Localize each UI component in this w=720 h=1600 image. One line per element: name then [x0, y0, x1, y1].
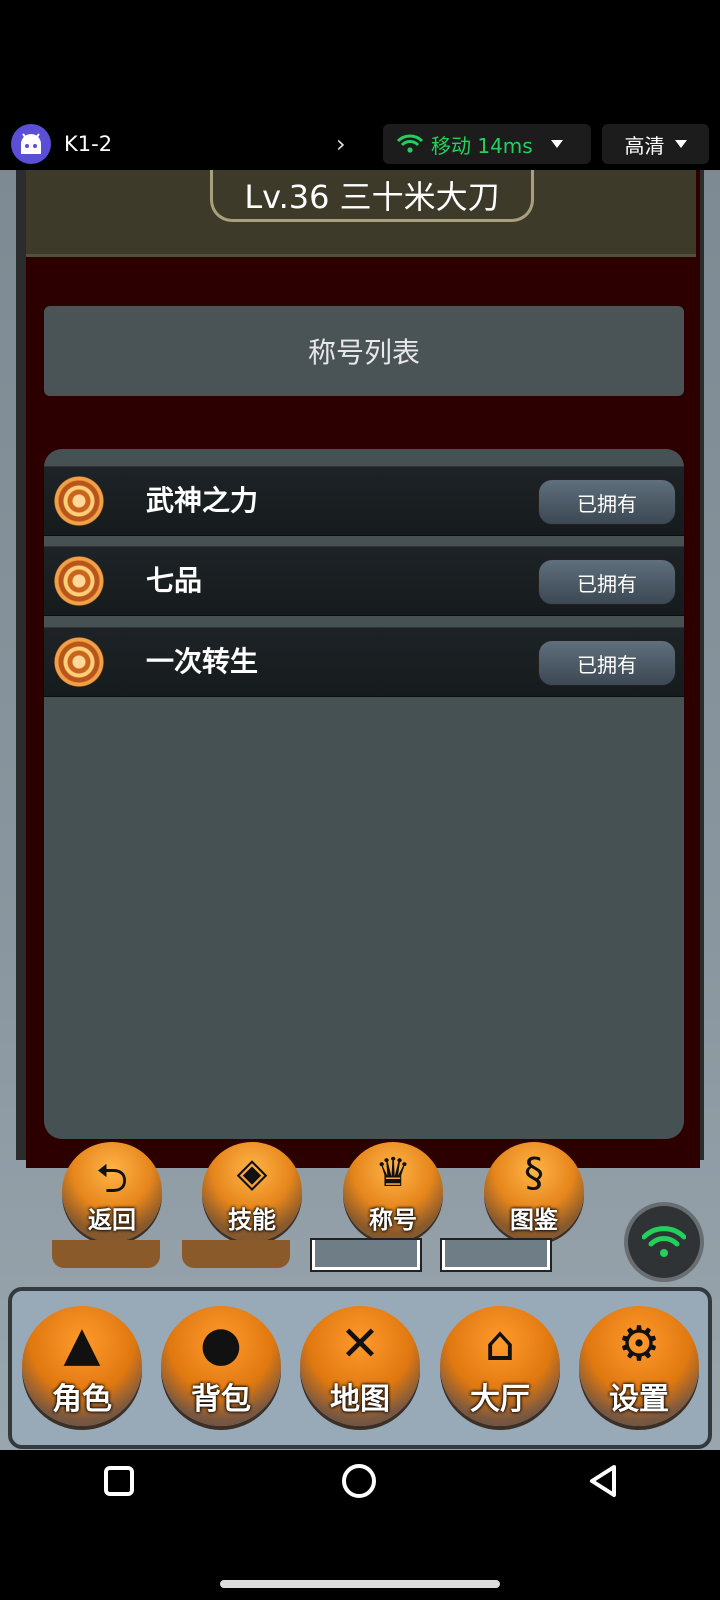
owned-button[interactable]: 已拥有 [538, 640, 676, 686]
recents-icon[interactable] [104, 1466, 134, 1496]
network-label: 移动 14ms [431, 133, 533, 158]
title-name: 七品 [146, 564, 203, 597]
level-title-plate: Lv.36 三十米大刀 [210, 170, 534, 222]
app-title: K1-2 [64, 132, 113, 156]
settings-button[interactable]: ⚙ 设置 [579, 1306, 699, 1426]
home-icon[interactable] [342, 1464, 376, 1498]
back-nav-icon[interactable] [588, 1464, 618, 1502]
map-label: 地图 [330, 1382, 390, 1417]
gears-icon: ⚙ [617, 1316, 661, 1372]
wifi-icon [397, 134, 423, 153]
swirl-emblem-icon [54, 556, 104, 606]
floating-network-button[interactable] [628, 1206, 700, 1278]
item-frame [440, 1238, 552, 1272]
swirl-emblem-icon [54, 476, 104, 526]
settings-label: 设置 [609, 1382, 669, 1417]
chevron-right-icon[interactable]: › [336, 128, 346, 160]
dragon-icon: § [524, 1150, 544, 1196]
button-base [52, 1240, 160, 1268]
crossed-swords-icon: ✕ [339, 1316, 381, 1372]
button-base [182, 1240, 290, 1268]
skill-icon: ◈ [236, 1150, 268, 1196]
map-button[interactable]: ✕ 地图 [300, 1306, 420, 1426]
quality-dropdown[interactable]: 高清 [602, 124, 709, 164]
lobby-label: 大厅 [470, 1382, 530, 1417]
gesture-handle[interactable] [220, 1580, 500, 1588]
owned-button[interactable]: 已拥有 [538, 559, 676, 605]
frame-left [16, 170, 26, 1160]
title-name: 一次转生 [146, 645, 259, 678]
house-icon: ⌂ [484, 1316, 516, 1372]
title-button[interactable]: ♛ 称号 [343, 1142, 443, 1242]
crown-icon: ♛ [375, 1150, 411, 1196]
network-status-dropdown[interactable]: 移动 14ms [383, 124, 591, 164]
title-label: 称号 [369, 1206, 417, 1234]
list-item: 七品 已拥有 [44, 546, 684, 616]
character-label: 角色 [52, 1382, 112, 1417]
codex-label: 图鉴 [510, 1206, 558, 1234]
caret-down-icon [674, 140, 687, 148]
panel-title: 称号列表 [44, 306, 684, 396]
title-name: 武神之力 [146, 484, 259, 517]
bag-button[interactable]: ● 背包 [161, 1306, 281, 1426]
android-app-icon[interactable] [11, 124, 51, 164]
wizard-icon: ▲ [63, 1316, 101, 1372]
list-item: 一次转生 已拥有 [44, 627, 684, 697]
caret-down-icon [550, 140, 563, 148]
bag-icon: ● [200, 1316, 242, 1372]
skill-label: 技能 [228, 1206, 276, 1234]
owned-button[interactable]: 已拥有 [538, 479, 676, 525]
back-label: 返回 [88, 1206, 136, 1234]
character-button[interactable]: ▲ 角色 [22, 1306, 142, 1426]
quality-label: 高清 [624, 133, 665, 158]
back-button[interactable]: ⮌ 返回 [62, 1142, 162, 1242]
lobby-button[interactable]: ⌂ 大厅 [440, 1306, 560, 1426]
swirl-emblem-icon [54, 637, 104, 687]
item-frame [310, 1238, 422, 1272]
wifi-icon [642, 1226, 686, 1257]
codex-button[interactable]: § 图鉴 [484, 1142, 584, 1242]
bag-label: 背包 [191, 1382, 251, 1417]
list-item: 武神之力 已拥有 [44, 466, 684, 536]
skill-button[interactable]: ◈ 技能 [202, 1142, 302, 1242]
